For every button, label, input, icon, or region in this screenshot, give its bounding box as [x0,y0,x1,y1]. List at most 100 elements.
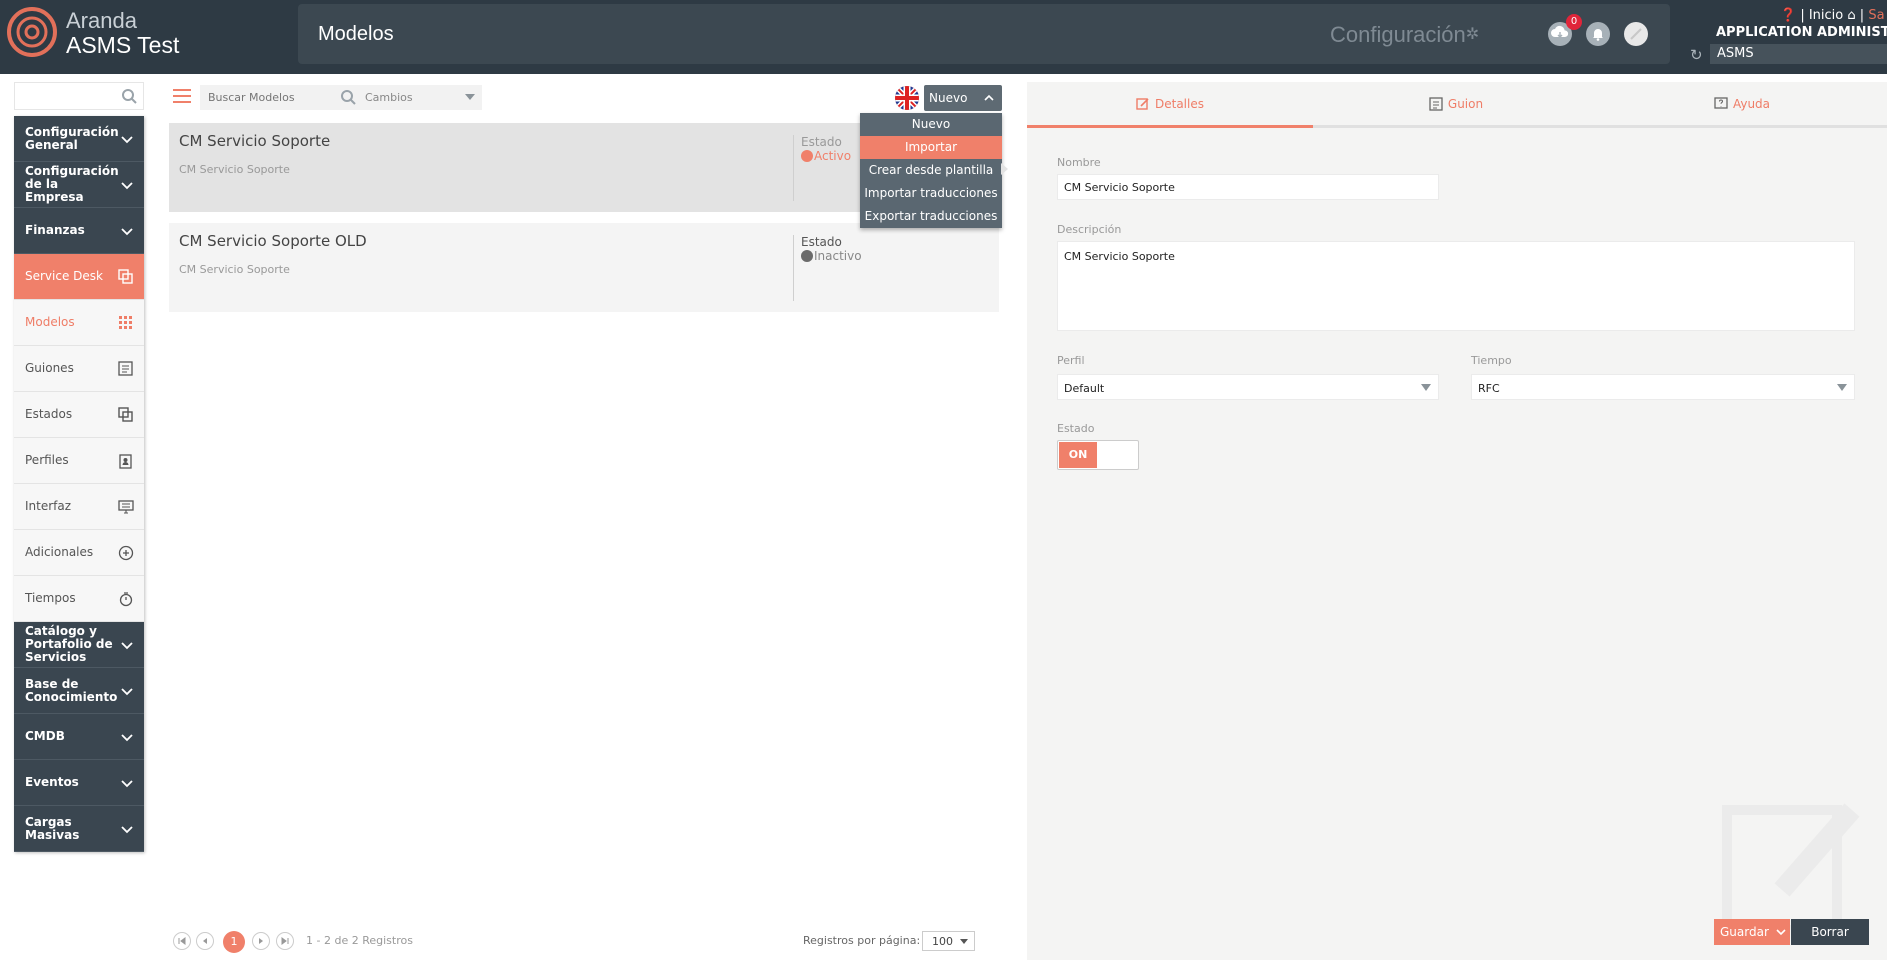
sidebar-item-finanzas[interactable]: Finanzas [14,208,144,254]
search-icon[interactable] [121,88,137,104]
top-bar: Aranda ASMS Test Modelos Configuración✲ … [0,0,1887,74]
project-selector[interactable]: ASMS [1710,44,1887,64]
chevron-up-icon [984,94,994,101]
caret-down-icon [465,94,475,100]
profile-value: Default [1064,382,1105,395]
help-icon[interactable]: ❓ [1780,8,1796,23]
sidebar-item-cargas-masivas[interactable]: Cargas Masivas [14,806,144,852]
tab-detalles[interactable]: Detalles [1027,82,1313,128]
new-dropdown-menu: Nuevo Importar Crear desde plantilla Imp… [860,113,1002,228]
first-page-button[interactable] [173,932,191,950]
sidebar-item-label: CMDB [25,729,65,743]
divider [793,135,794,201]
grid-icon [119,316,132,329]
description-field[interactable]: CM Servicio Soporte [1057,241,1855,331]
sidebar-item-cmdb[interactable]: CMDB [14,714,144,760]
edit-icon [1136,98,1149,110]
sidebar-item-perfiles[interactable]: Perfiles [14,438,144,484]
hamburger-menu-icon[interactable] [173,88,191,104]
user-name: APPLICATION ADMINISTRATO [1716,25,1887,40]
delete-button[interactable]: Borrar [1791,919,1869,945]
home-link[interactable]: Inicio [1809,8,1843,23]
chevron-down-icon [121,182,133,190]
search-icon[interactable] [340,89,356,105]
first-page-icon [178,937,186,945]
sidebar-item-configuracion-general[interactable]: Configuración General [14,116,144,162]
user-avatar[interactable] [1624,22,1648,46]
model-name: CM Servicio Soporte [179,132,331,150]
caret-down-icon [960,939,968,944]
menu-item-importar[interactable]: Importar [860,136,1002,159]
state-toggle-on: ON [1059,442,1097,468]
menu-item-crear-desde-plantilla[interactable]: Crear desde plantilla [860,159,1002,182]
divider [793,235,794,301]
sidebar-search[interactable] [14,82,144,110]
sidebar-item-base-de-conocimiento[interactable]: Base de Conocimiento [14,668,144,714]
sidebar-item-label: Configuración de la Empresa [25,164,119,204]
menu-item-nuevo[interactable]: Nuevo [860,113,1002,136]
state-label: Estado [1057,422,1095,435]
sidebar-item-interfaz[interactable]: Interfaz [14,484,144,530]
refresh-icon[interactable]: ↻ [1690,46,1703,64]
menu-item-exportar-traducciones[interactable]: Exportar traducciones [860,205,1002,228]
type-filter-select[interactable]: Cambios [362,85,482,110]
per-page-label: Registros por página: [803,934,921,947]
stopwatch-icon [119,592,133,607]
page-header: Modelos Configuración✲ [298,4,1670,64]
profile-select[interactable]: Default [1057,374,1439,400]
chevron-down-icon [1776,929,1786,936]
time-select[interactable]: RFC [1471,374,1855,400]
sidebar-item-catalogo-y-portafolio-de-servicios[interactable]: Catálogo y Portafolio de Servicios [14,622,144,668]
new-button[interactable]: Nuevo [924,85,1002,111]
sidebar-menu: Configuración General Configuración de la… [14,116,144,852]
new-button-label: Nuevo [929,91,968,105]
sidebar-item-eventos[interactable]: Eventos [14,760,144,806]
pointer-arrow-icon [1001,163,1008,175]
current-page[interactable]: 1 [223,931,245,953]
sidebar-item-configuracion-de-la-empresa[interactable]: Configuración de la Empresa [14,162,144,208]
configuration-label: Configuración [1330,22,1466,47]
name-field[interactable]: CM Servicio Soporte [1057,174,1439,200]
sidebar-item-label: Estados [25,407,73,421]
sidebar-item-label: Base de Conocimiento [25,676,118,704]
model-description: CM Servicio Soporte [179,163,290,176]
status-label: Estado [801,235,842,249]
sidebar-item-label: Configuración General [25,124,119,152]
prev-page-button[interactable] [196,932,214,950]
status-badge: Activo [801,149,851,163]
profile-label: Perfil [1057,354,1085,367]
sidebar-item-modelos[interactable]: Modelos [14,300,144,346]
document-icon [1429,97,1443,111]
state-toggle[interactable]: ON [1057,440,1139,470]
sidebar-item-label: Catálogo y Portafolio de Servicios [25,624,113,664]
tab-guion[interactable]: Guion [1313,82,1599,128]
models-search-input[interactable] [200,85,330,110]
model-card[interactable]: CM Servicio Soporte OLD CM Servicio Sopo… [169,223,999,312]
home-icon[interactable]: ⌂ [1847,8,1855,23]
exit-link[interactable]: Sa [1868,8,1884,23]
sidebar-item-label: Adicionales [25,545,94,559]
sidebar-item-tiempos[interactable]: Tiempos [14,576,144,622]
model-description: CM Servicio Soporte [179,263,290,276]
sidebar-item-adicionales[interactable]: Adicionales [14,530,144,576]
next-page-button[interactable] [252,932,270,950]
status-dot-icon [801,250,813,262]
configuration-link[interactable]: Configuración✲ [1330,22,1479,48]
sidebar: Configuración General Configuración de la… [14,82,144,852]
sidebar-item-label: Eventos [25,775,79,789]
sidebar-item-service-desk[interactable]: Service Desk [14,254,144,300]
plus-circle-icon [118,545,134,561]
models-search[interactable] [200,85,362,110]
bell-icon[interactable] [1586,22,1610,46]
description-label: Descripción [1057,223,1122,236]
last-page-icon [281,937,289,945]
menu-item-importar-traducciones[interactable]: Importar traducciones [860,182,1002,205]
sidebar-item-estados[interactable]: Estados [14,392,144,438]
tab-ayuda[interactable]: Ayuda [1599,82,1885,128]
chevron-down-icon [121,826,133,834]
last-page-button[interactable] [276,932,294,950]
language-flag-icon[interactable] [895,86,919,110]
save-button[interactable]: Guardar [1714,919,1790,945]
sidebar-item-guiones[interactable]: Guiones [14,346,144,392]
per-page-select[interactable]: 100 [922,931,975,951]
